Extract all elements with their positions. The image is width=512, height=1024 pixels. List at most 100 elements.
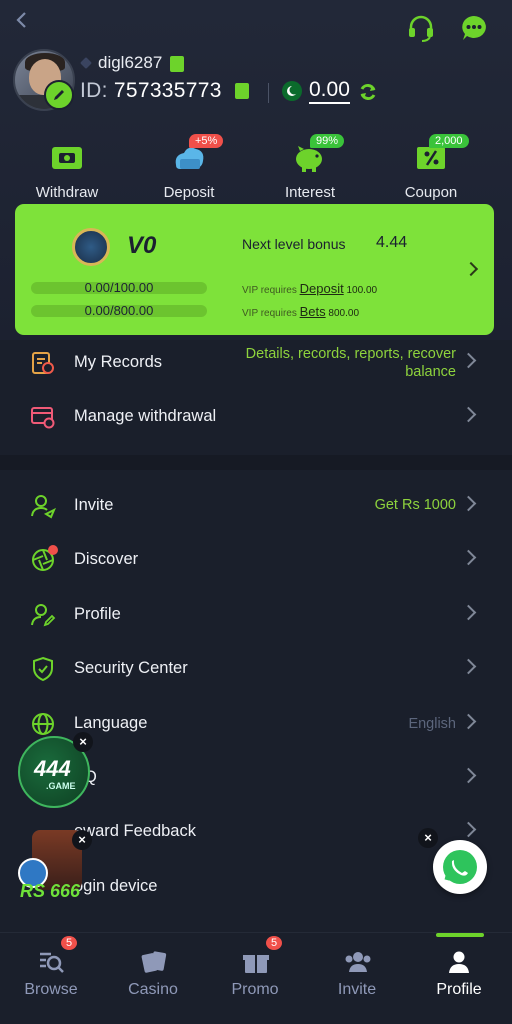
username: digl6287 — [98, 53, 163, 72]
nav-badge: 5 — [266, 936, 283, 950]
game-ad-label: 444 — [34, 756, 71, 781]
notification-dot — [48, 545, 58, 555]
menu-manage-withdrawal[interactable]: Manage withdrawal — [0, 390, 512, 444]
card-settings-icon — [31, 407, 55, 429]
close-icon[interactable]: × — [73, 732, 93, 752]
next-level-value: 4.44 — [376, 234, 408, 251]
menu-label: Profile — [74, 605, 121, 623]
menu-hint: Details, records, reports, recover balan… — [245, 346, 456, 380]
menu-label: Discover — [74, 550, 139, 568]
menu-label: Invite — [74, 496, 114, 514]
user-id-value: 757335773 — [113, 79, 222, 102]
interest-badge: 99% — [310, 134, 345, 148]
menu-profile[interactable]: Profile — [0, 588, 512, 642]
user-id-label: ID: — [80, 79, 108, 102]
coupon-label: Coupon — [404, 184, 458, 201]
vip-card[interactable]: V0 Next level bonus 4.44 0.00/100.00 0.0… — [15, 204, 494, 335]
nav-profile[interactable]: Profile — [408, 933, 510, 1024]
deposit-link[interactable]: Deposit — [300, 281, 344, 296]
nav-invite[interactable]: Invite — [306, 933, 408, 1024]
nav-label: Profile — [436, 981, 482, 998]
nav-label: Browse — [24, 981, 78, 998]
nav-casino[interactable]: Casino — [102, 933, 204, 1024]
nav-badge: 5 — [61, 936, 78, 950]
deposit-req-value: 100.00 — [346, 285, 378, 296]
menu-hint: Get Rs 1000 — [374, 497, 456, 513]
next-level-label: Next level bonus — [242, 236, 346, 252]
edit-icon[interactable] — [44, 80, 74, 110]
withdraw-shortcut[interactable]: Withdraw — [17, 143, 117, 201]
vip-medal-icon — [72, 228, 110, 266]
bets-req-value: 800.00 — [328, 308, 360, 319]
chevron-right-icon — [460, 604, 477, 621]
nav-browse[interactable]: 5 Browse — [0, 933, 102, 1024]
coupon-badge: 2,000 — [429, 134, 469, 148]
records-icon — [32, 352, 54, 374]
chat-icon[interactable] — [460, 14, 488, 42]
pakistan-flag-icon — [282, 81, 302, 101]
invite-user-icon — [31, 495, 56, 519]
user-edit-icon — [31, 604, 56, 627]
chevron-right-icon — [460, 821, 477, 838]
chevron-right-icon — [460, 658, 477, 675]
users-icon — [345, 952, 371, 972]
coupon-shortcut[interactable]: Coupon 2,000 — [381, 134, 481, 201]
menu-label: eward Feedback — [74, 822, 196, 840]
copy-username-icon[interactable] — [170, 56, 184, 72]
wallet-balance: 0.00 — [309, 78, 350, 104]
gift-icon — [243, 955, 269, 973]
deposit-progress: 0.00/100.00 — [31, 281, 207, 294]
chevron-right-icon — [460, 495, 477, 512]
cards-icon — [141, 951, 167, 973]
menu-my-records[interactable]: My Records Details, records, reports, re… — [0, 336, 512, 390]
chevron-right-icon — [463, 261, 479, 277]
chevron-right-icon — [460, 352, 477, 369]
menu-label: Security Center — [74, 659, 188, 677]
deposit-req-prefix: VIP requires — [242, 285, 297, 296]
menu-label: Manage withdrawal — [74, 407, 217, 425]
close-icon[interactable]: × — [72, 830, 92, 850]
shield-check-icon — [33, 656, 53, 682]
chevron-right-icon — [460, 549, 477, 566]
interest-shortcut[interactable]: Interest 99% — [260, 134, 360, 201]
menu-label: ogin device — [74, 877, 158, 895]
chevron-right-icon — [460, 713, 477, 730]
bets-progress: 0.00/800.00 — [31, 304, 207, 317]
nav-label: Casino — [128, 981, 178, 998]
menu-invite[interactable]: Invite Get Rs 1000 — [0, 479, 512, 533]
deposit-badge: +5% — [189, 134, 224, 148]
nav-label: Promo — [231, 981, 279, 998]
bets-req-prefix: VIP requires — [242, 308, 297, 319]
chevron-right-icon — [460, 767, 477, 784]
deposit-requirement: VIP requires Deposit 100.00 — [242, 281, 377, 296]
user-id: ID: 757335773 — [80, 79, 222, 103]
bottom-nav: 5 Browse Casino 5 Promo Invite Profile — [0, 932, 512, 1024]
refresh-icon[interactable] — [358, 82, 378, 102]
active-nav-indicator — [436, 933, 484, 937]
globe-icon — [32, 713, 54, 735]
whatsapp-icon — [443, 850, 477, 884]
menu-discover[interactable]: Discover — [0, 533, 512, 587]
whatsapp-button[interactable] — [433, 840, 487, 894]
deposit-shortcut[interactable]: Deposit +5% — [139, 134, 239, 201]
deposit-label: Deposit — [163, 184, 215, 201]
user-icon — [449, 951, 469, 973]
withdraw-label: Withdraw — [35, 184, 99, 201]
promo-ad-label: RS 666 — [20, 881, 81, 901]
section-divider — [0, 455, 512, 470]
withdraw-icon — [52, 147, 82, 169]
chevron-right-icon — [460, 406, 477, 423]
interest-label: Interest — [284, 184, 336, 201]
nav-promo[interactable]: 5 Promo — [204, 933, 306, 1024]
divider — [268, 83, 269, 103]
headset-icon[interactable] — [406, 14, 436, 42]
nav-label: Invite — [337, 981, 377, 998]
copy-id-icon[interactable] — [235, 83, 249, 99]
search-list-icon — [40, 952, 64, 973]
menu-security-center[interactable]: Security Center — [0, 642, 512, 696]
back-icon[interactable] — [12, 10, 32, 30]
bets-link[interactable]: Bets — [300, 304, 326, 319]
menu-label: Language — [74, 714, 148, 732]
menu-label: My Records — [74, 353, 163, 371]
menu-hint: English — [408, 716, 456, 732]
